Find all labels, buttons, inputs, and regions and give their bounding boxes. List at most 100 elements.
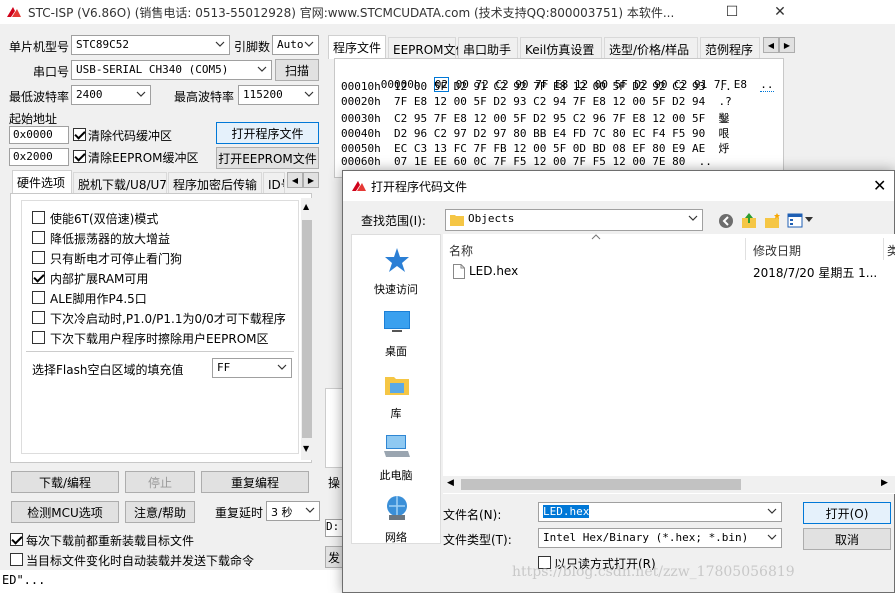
tab-scroll-left-icon[interactable]: ◀ — [287, 172, 303, 188]
pin-count-label: 引脚数 — [234, 40, 271, 54]
hex-row: 00060h 07 1E EE 60 0C 7F F5 12 00 7F F5 … — [341, 155, 712, 168]
tab-id-number[interactable]: ID号 — [263, 172, 285, 194]
place-library[interactable]: 库 — [352, 367, 440, 427]
computer-icon — [384, 435, 410, 457]
tab-offline-download[interactable]: 脱机下载/U8/U7 — [73, 172, 167, 194]
scroll-right-icon[interactable]: ▶ — [881, 478, 888, 488]
fill-value-select[interactable]: FF — [212, 358, 292, 378]
code-start-address-input[interactable]: 0x0000 — [9, 126, 69, 144]
mcu-type-select[interactable]: STC89C52 — [71, 35, 230, 55]
repeat-program-button[interactable]: 重复编程 — [201, 471, 309, 493]
maximize-button[interactable]: ☐ — [709, 0, 755, 24]
file-type-select[interactable]: Intel Hex/Binary (*.hex; *.bin) — [538, 528, 782, 548]
tab-serial-assistant[interactable]: 串口助手 — [458, 37, 518, 59]
open-button[interactable]: 打开(O) — [803, 502, 891, 524]
open-file-dialog: 打开程序代码文件 ✕ 查找范围(I): Objects 快速访问 桌面 库 此电… — [342, 170, 895, 593]
scroll-down-icon[interactable]: ▼ — [303, 444, 309, 453]
opt-reduce-gain-label: 降低振荡器的放大增益 — [50, 232, 171, 246]
scan-button[interactable]: 扫描 — [275, 59, 319, 81]
new-folder-icon[interactable] — [764, 212, 781, 229]
download-program-button[interactable]: 下载/编程 — [11, 471, 119, 493]
max-baud-select[interactable]: 115200 — [238, 85, 319, 105]
dialog-close-button[interactable]: ✕ — [873, 176, 886, 195]
check-mcu-options-button[interactable]: 检测MCU选项 — [11, 501, 119, 523]
status-text: ED"... — [2, 573, 46, 587]
chevron-down-icon[interactable] — [805, 217, 813, 223]
min-baud-select[interactable]: 2400 — [71, 85, 151, 105]
column-name-header[interactable]: 名称 — [449, 242, 473, 259]
places-sidebar: 快速访问 桌面 库 此电脑 网络 — [351, 234, 441, 544]
place-network[interactable]: 网络 — [352, 491, 440, 551]
column-date-header[interactable]: 修改日期 — [753, 242, 801, 259]
port-select[interactable]: USB-SERIAL CH340 (COM5) — [71, 60, 272, 80]
file-name-label: 文件名(N): — [443, 508, 502, 522]
repeat-delay-select[interactable]: 3 秒 — [266, 501, 320, 521]
up-folder-icon[interactable] — [741, 212, 757, 229]
tab-example-programs[interactable]: 范例程序 — [700, 37, 760, 59]
mcu-type-label: 单片机型号 — [9, 40, 70, 54]
clear-eeprom-buffer-label: 清除EEPROM缓冲区 — [88, 151, 199, 165]
open-program-file-button[interactable]: 打开程序文件 — [216, 122, 319, 144]
place-desktop[interactable]: 桌面 — [352, 305, 440, 365]
pin-count-select[interactable]: Auto — [272, 35, 319, 55]
hex-view[interactable]: 00000h 02 00 72 C2 90 7F E8 12 00 5F D2 … — [334, 58, 784, 178]
opt-watchdog-label: 只有断电才可停止看门狗 — [50, 252, 183, 266]
tab-encrypted-transfer[interactable]: 程序加密后传输 — [168, 172, 262, 194]
opt-erase-eeprom-checkbox[interactable] — [32, 331, 45, 344]
tab-selection-price[interactable]: 选型/价格/样品 — [604, 37, 698, 59]
partial-path-input[interactable]: D: — [325, 519, 343, 537]
dialog-title: 打开程序代码文件 — [371, 180, 468, 194]
opt-watchdog-checkbox[interactable] — [32, 251, 45, 264]
file-row[interactable]: LED.hex 2018/7/20 星期五 1... — [447, 263, 887, 281]
tab-program-file[interactable]: 程序文件 — [328, 35, 386, 59]
tab-scroll-right-icon[interactable]: ▶ — [303, 172, 319, 188]
sort-up-icon — [591, 234, 601, 240]
hardware-options-group: 使能6T(双倍速)模式 降低振荡器的放大增益 只有断电才可停止看门狗 内部扩展R… — [21, 200, 299, 454]
tab-keil-settings[interactable]: Keil仿真设置 — [520, 37, 602, 59]
opt-cold-start-label: 下次冷启动时,P1.0/P1.1为0/0才可下载程序 — [50, 312, 286, 326]
opt-ale-pin-checkbox[interactable] — [32, 291, 45, 304]
repeat-delay-label: 重复延时 — [215, 506, 264, 520]
help-button[interactable]: 注意/帮助 — [125, 501, 195, 523]
stop-button[interactable]: 停止 — [125, 471, 195, 493]
scrollbar-thumb[interactable] — [461, 479, 741, 490]
cancel-button[interactable]: 取消 — [803, 528, 891, 550]
opt-6t-mode-label: 使能6T(双倍速)模式 — [50, 212, 159, 226]
reload-before-download-checkbox[interactable] — [10, 533, 23, 546]
close-button[interactable]: ✕ — [757, 0, 803, 24]
stc-logo-icon — [352, 181, 366, 191]
place-quick-access[interactable]: 快速访问 — [352, 243, 440, 303]
right-tab-scroll-left-icon[interactable]: ◀ — [763, 37, 779, 53]
clear-code-buffer-checkbox[interactable] — [73, 128, 86, 141]
file-list[interactable]: 名称 修改日期 类 LED.hex 2018/7/20 星期五 1... — [443, 234, 895, 494]
scrollbar-thumb[interactable] — [302, 220, 312, 438]
tab-hardware-options[interactable]: 硬件选项 — [12, 170, 72, 194]
opt-6t-mode-checkbox[interactable] — [32, 211, 45, 224]
partial-label-op: 操 — [328, 476, 341, 490]
column-type-header[interactable]: 类 — [887, 242, 895, 259]
look-in-select[interactable]: Objects — [445, 209, 703, 231]
chevron-down-icon — [136, 91, 146, 97]
file-name: LED.hex — [469, 264, 519, 278]
partial-send-button[interactable]: 发 — [325, 546, 343, 568]
auto-load-send-checkbox[interactable] — [10, 553, 23, 566]
opt-cold-start-checkbox[interactable] — [32, 311, 45, 324]
opt-ext-ram-checkbox[interactable] — [32, 271, 45, 284]
tab-eeprom-file[interactable]: EEPROM文件 — [388, 37, 468, 59]
open-eeprom-file-button[interactable]: 打开EEPROM文件 — [216, 147, 319, 169]
view-menu-icon[interactable] — [787, 213, 803, 228]
back-icon[interactable] — [718, 213, 734, 229]
eeprom-start-address-input[interactable]: 0x2000 — [9, 148, 69, 166]
chevron-down-icon — [277, 364, 287, 370]
scroll-left-icon[interactable]: ◀ — [447, 478, 454, 488]
watermark: https://blog.csdn.net/zzw_17805056819 — [512, 564, 795, 580]
place-this-pc[interactable]: 此电脑 — [352, 429, 440, 489]
auto-load-send-label: 当目标文件变化时自动装载并发送下载命令 — [26, 554, 255, 568]
hardware-options-scrollbar[interactable]: ▲ ▼ — [301, 198, 313, 460]
opt-reduce-gain-checkbox[interactable] — [32, 231, 45, 244]
scroll-up-icon[interactable]: ▲ — [303, 202, 309, 211]
file-name-input[interactable]: LED.hex — [538, 502, 782, 522]
clear-eeprom-buffer-checkbox[interactable] — [73, 150, 86, 163]
right-tab-scroll-right-icon[interactable]: ▶ — [779, 37, 795, 53]
file-list-hscrollbar[interactable]: ◀ ▶ — [443, 476, 895, 493]
